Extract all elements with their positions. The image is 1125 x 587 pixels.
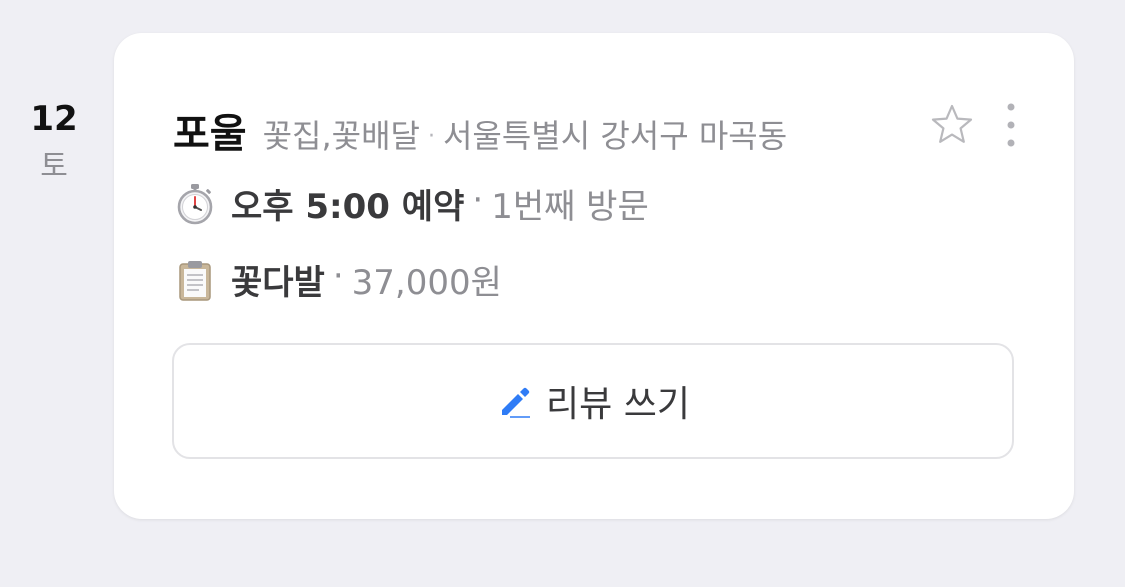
more-options-button[interactable] xyxy=(996,101,1026,149)
date-day: 12 xyxy=(30,99,78,139)
order-separator: · xyxy=(332,255,344,296)
reservation-time: 오후 5:00 예약 xyxy=(231,187,465,227)
shop-location: 서울특별시 강서구 마곡동 xyxy=(442,117,788,155)
reservation-separator: · xyxy=(472,179,484,220)
reservation-row: 오후 5:00 예약 · 1번째 방문 xyxy=(173,179,649,228)
order-row: 꽃다발 · 37,000원 xyxy=(173,255,502,304)
review-button-label: 리뷰 쓰기 xyxy=(546,384,690,425)
visit-card: 포울 꽃집,꽃배달 · 서울특별시 강서구 마곡동 오후 5:00 예약 · 1… xyxy=(114,33,1074,519)
favorite-button[interactable] xyxy=(928,101,976,149)
title-row: 포울 꽃집,꽃배달 · 서울특별시 강서구 마곡동 xyxy=(173,101,787,159)
meta-separator: · xyxy=(427,124,435,149)
star-outline-icon xyxy=(931,104,973,143)
shop-category: 꽃집,꽃배달 xyxy=(262,117,420,155)
shop-name[interactable]: 포울 xyxy=(173,101,247,159)
date-column: 12 토 xyxy=(0,98,108,186)
clipboard-icon xyxy=(179,260,211,301)
visit-count: 1번째 방문 xyxy=(491,187,649,227)
date-weekday: 토 xyxy=(40,149,68,184)
pencil-icon xyxy=(502,387,531,418)
order-price: 37,000원 xyxy=(351,263,502,303)
order-item: 꽃다발 xyxy=(231,263,325,303)
vertical-dots-icon xyxy=(1007,103,1015,147)
write-review-button[interactable]: 리뷰 쓰기 xyxy=(172,343,1014,459)
stopwatch-icon xyxy=(177,183,213,224)
